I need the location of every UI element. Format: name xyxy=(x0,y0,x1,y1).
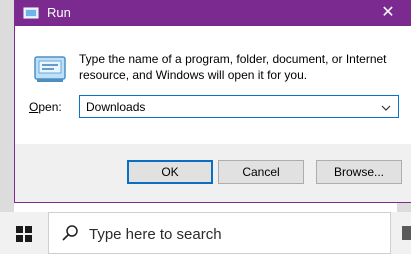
search-icon xyxy=(61,224,79,242)
open-combobox[interactable]: Downloads xyxy=(79,95,399,118)
desktop-background xyxy=(0,0,14,212)
open-label-accelerator: O xyxy=(29,100,39,114)
cancel-button[interactable]: Cancel xyxy=(218,160,304,184)
run-dialog: Run ✕ Type the name of a program, folder… xyxy=(14,0,411,203)
ok-button[interactable]: OK xyxy=(127,160,213,184)
open-label-text: pen: xyxy=(38,100,62,114)
taskbar: Type here to search xyxy=(0,212,411,254)
run-large-icon xyxy=(33,51,69,87)
dialog-title: Run xyxy=(47,5,71,20)
windows-start-icon xyxy=(16,226,32,242)
start-button[interactable] xyxy=(0,212,48,254)
dialog-body: Type the name of a program, folder, docu… xyxy=(15,26,411,144)
dialog-description: Type the name of a program, folder, docu… xyxy=(79,52,387,82)
taskbar-search-box[interactable]: Type here to search xyxy=(48,212,391,254)
taskbar-button-partial[interactable] xyxy=(398,222,411,244)
close-button[interactable]: ✕ xyxy=(365,0,411,26)
dialog-footer: OK Cancel Browse... xyxy=(15,144,411,202)
search-placeholder: Type here to search xyxy=(89,226,222,243)
run-app-icon xyxy=(23,6,39,20)
title-bar[interactable]: Run ✕ xyxy=(15,0,411,26)
close-icon: ✕ xyxy=(381,4,395,21)
chevron-down-icon[interactable] xyxy=(380,101,392,113)
browse-button[interactable]: Browse... xyxy=(316,160,402,184)
open-input-value[interactable]: Downloads xyxy=(86,100,145,114)
open-label: Open: xyxy=(29,100,62,114)
